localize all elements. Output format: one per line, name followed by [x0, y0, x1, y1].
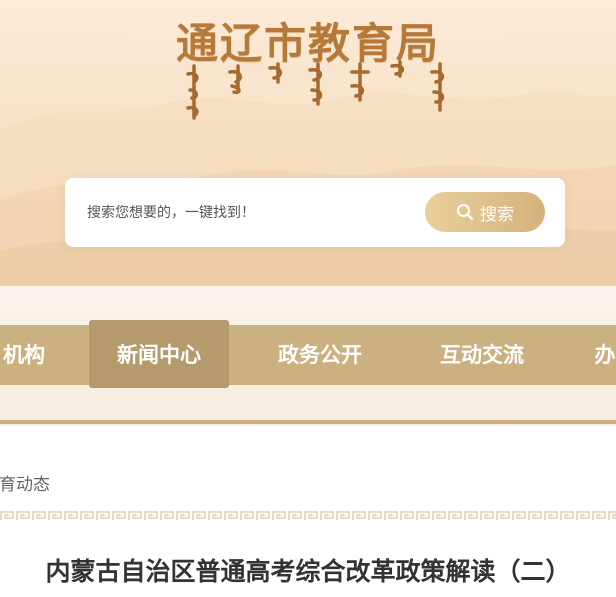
decorative-border [0, 510, 616, 522]
breadcrumb-label[interactable]: 教育动态 [0, 475, 50, 495]
nav-divider [0, 420, 616, 424]
nav-item-institutions[interactable]: 机构 [0, 325, 52, 385]
nav-item-office[interactable]: 办 [590, 325, 616, 385]
article-title: 内蒙古自治区普通高考综合改革政策解读（二） [45, 557, 571, 586]
search-box: 搜索 [65, 178, 565, 247]
search-icon [457, 204, 473, 220]
nav-item-news-center[interactable]: 新闻中心 [89, 320, 229, 388]
nav-item-interaction[interactable]: 互动交流 [424, 325, 540, 385]
search-button-label: 搜索 [480, 204, 514, 225]
mongolian-script-logo [186, 60, 445, 120]
main-nav: 机构 新闻中心 政务公开 互动交流 办 [0, 320, 616, 388]
search-button[interactable]: 搜索 [425, 192, 545, 232]
search-input[interactable] [85, 200, 419, 226]
hero-banner: 通辽市教育局 搜索 [0, 0, 616, 290]
nav-item-government-affairs[interactable]: 政务公开 [262, 325, 378, 385]
breadcrumb[interactable]: 教育动态 [0, 470, 68, 495]
